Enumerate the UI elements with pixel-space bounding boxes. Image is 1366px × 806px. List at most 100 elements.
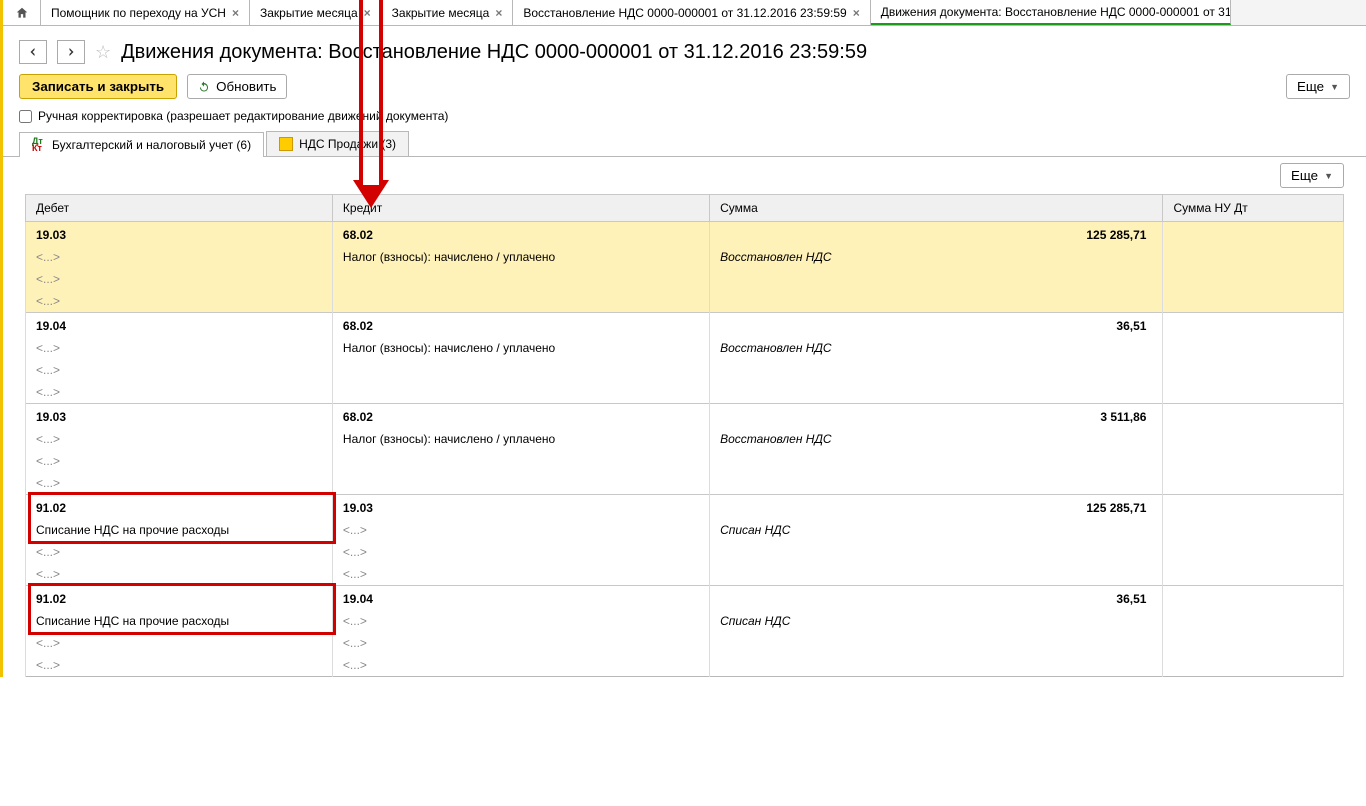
subtab-strip: ДтКт Бухгалтерский и налоговый учет (6) … bbox=[3, 131, 1366, 157]
more-label: Еще bbox=[1297, 79, 1324, 94]
table-header-row: Дебет Кредит Сумма Сумма НУ Дт bbox=[26, 195, 1344, 222]
debit-detail: Списание НДС на прочие расходы bbox=[36, 614, 229, 628]
page-title: Движения документа: Восстановление НДС 0… bbox=[121, 41, 867, 64]
posting-subconto-row[interactable]: <...><...> bbox=[26, 654, 1344, 677]
debit-placeholder: <...> bbox=[36, 432, 60, 446]
debit-placeholder: <...> bbox=[36, 454, 60, 468]
credit-account: 68.02 bbox=[332, 313, 709, 338]
debit-placeholder: <...> bbox=[36, 250, 60, 264]
close-icon[interactable]: × bbox=[232, 6, 239, 20]
credit-detail: Налог (взносы): начислено / уплачено bbox=[343, 341, 555, 355]
save-and-close-button[interactable]: Записать и закрыть bbox=[19, 74, 177, 99]
debit-account: 91.02 bbox=[26, 495, 333, 520]
chevron-down-icon: ▼ bbox=[1330, 82, 1339, 92]
debit-placeholder: <...> bbox=[36, 476, 60, 490]
arrow-right-icon bbox=[65, 46, 77, 58]
tab-label: Закрытие месяца bbox=[260, 6, 358, 20]
dt-kt-icon: ДтКт bbox=[32, 138, 46, 152]
close-icon[interactable]: × bbox=[364, 6, 371, 20]
debit-account: 91.02 bbox=[26, 586, 333, 611]
register-icon bbox=[279, 137, 293, 151]
sum-detail: Списан НДС bbox=[710, 610, 1163, 632]
toolbar: Записать и закрыть Обновить Еще ▼ bbox=[3, 74, 1366, 109]
posting-subconto-row[interactable]: <...> bbox=[26, 450, 1344, 472]
debit-placeholder: <...> bbox=[36, 636, 60, 650]
tab-month-close-1[interactable]: Закрытие месяца × bbox=[250, 0, 382, 25]
refresh-button[interactable]: Обновить bbox=[187, 74, 287, 99]
posting-subconto-row[interactable]: <...> bbox=[26, 359, 1344, 381]
credit-placeholder: <...> bbox=[343, 636, 367, 650]
tab-usn-assistant[interactable]: Помощник по переходу на УСН × bbox=[41, 0, 250, 25]
col-sum[interactable]: Сумма bbox=[710, 195, 1163, 222]
credit-placeholder: <...> bbox=[343, 545, 367, 559]
posting-subconto-row[interactable]: <...> bbox=[26, 290, 1344, 313]
sum-nu-dt bbox=[1163, 222, 1344, 247]
posting-detail-row[interactable]: <...> Налог (взносы): начислено / уплачен… bbox=[26, 246, 1344, 268]
table-toolbar: Еще ▼ bbox=[3, 157, 1366, 194]
posting-subconto-row[interactable]: <...> bbox=[26, 472, 1344, 495]
browser-tab-strip: Помощник по переходу на УСН × Закрытие м… bbox=[3, 0, 1366, 26]
credit-placeholder: <...> bbox=[343, 614, 367, 628]
credit-detail: Налог (взносы): начислено / уплачено bbox=[343, 250, 555, 264]
close-icon[interactable]: × bbox=[495, 6, 502, 20]
debit-placeholder: <...> bbox=[36, 341, 60, 355]
nav-back-button[interactable] bbox=[19, 40, 47, 64]
sum-nu-dt bbox=[1163, 586, 1344, 611]
postings-table: Дебет Кредит Сумма Сумма НУ Дт 19.0368.0… bbox=[25, 194, 1344, 677]
posting-subconto-row[interactable]: <...> <...> bbox=[26, 541, 1344, 563]
refresh-label: Обновить bbox=[216, 79, 276, 94]
posting-account-row[interactable]: 19.0468.0236,51 bbox=[26, 313, 1344, 338]
sum-value: 36,51 bbox=[710, 586, 1163, 611]
posting-subconto-row[interactable]: <...> <...> bbox=[26, 632, 1344, 654]
posting-subconto-row[interactable]: <...> bbox=[26, 268, 1344, 290]
debit-placeholder: <...> bbox=[36, 567, 60, 581]
nav-forward-button[interactable] bbox=[57, 40, 85, 64]
sum-value: 125 285,71 bbox=[710, 495, 1163, 520]
posting-detail-row[interactable]: Списание НДС на прочие расходы <...> Списа… bbox=[26, 610, 1344, 632]
posting-account-row[interactable]: 91.0219.0436,51 bbox=[26, 586, 1344, 611]
more-label: Еще bbox=[1291, 168, 1318, 183]
tab-vat-restore[interactable]: Восстановление НДС 0000-000001 от 31.12.… bbox=[513, 0, 870, 25]
subtab-accounting[interactable]: ДтКт Бухгалтерский и налоговый учет (6) bbox=[19, 132, 264, 157]
credit-placeholder: <...> bbox=[343, 567, 367, 581]
sum-value: 125 285,71 bbox=[710, 222, 1163, 247]
credit-placeholder: <...> bbox=[343, 658, 367, 672]
posting-detail-row[interactable]: <...>Налог (взносы): начислено / уплачен… bbox=[26, 428, 1344, 450]
title-bar: ☆ Движения документа: Восстановление НДС… bbox=[3, 26, 1366, 74]
refresh-icon bbox=[198, 81, 210, 93]
debit-account: 19.04 bbox=[26, 313, 333, 338]
sum-value: 36,51 bbox=[710, 313, 1163, 338]
col-debit[interactable]: Дебет bbox=[26, 195, 333, 222]
posting-account-row[interactable]: 19.0368.023 511,86 bbox=[26, 404, 1344, 429]
debit-detail: Списание НДС на прочие расходы bbox=[36, 523, 229, 537]
credit-account: 68.02 bbox=[332, 222, 709, 247]
home-tab[interactable] bbox=[3, 0, 41, 25]
close-icon[interactable]: × bbox=[853, 6, 860, 20]
sum-nu-dt bbox=[1163, 404, 1344, 429]
posting-account-row[interactable]: 91.0219.03125 285,71 bbox=[26, 495, 1344, 520]
credit-placeholder: <...> bbox=[343, 523, 367, 537]
table-more-button[interactable]: Еще ▼ bbox=[1280, 163, 1344, 188]
favorite-star-icon[interactable]: ☆ bbox=[95, 42, 111, 63]
tab-label: Восстановление НДС 0000-000001 от 31.12.… bbox=[523, 6, 846, 20]
debit-placeholder: <...> bbox=[36, 545, 60, 559]
subtab-label: НДС Продажи (3) bbox=[299, 137, 396, 151]
sum-detail: Списан НДС bbox=[710, 519, 1163, 541]
posting-detail-row[interactable]: <...> Налог (взносы): начислено / уплачен… bbox=[26, 337, 1344, 359]
tab-document-movements[interactable]: Движения документа: Восстановление НДС 0… bbox=[871, 0, 1231, 25]
posting-subconto-row[interactable]: <...> bbox=[26, 381, 1344, 404]
more-button[interactable]: Еще ▼ bbox=[1286, 74, 1350, 99]
posting-detail-row[interactable]: Списание НДС на прочие расходы <...> Списа… bbox=[26, 519, 1344, 541]
posting-subconto-row[interactable]: <...> <...> bbox=[26, 563, 1344, 586]
col-sum-nu-dt[interactable]: Сумма НУ Дт bbox=[1163, 195, 1344, 222]
debit-account: 19.03 bbox=[26, 404, 333, 429]
sum-value: 3 511,86 bbox=[710, 404, 1163, 429]
manual-correction-checkbox[interactable] bbox=[19, 110, 32, 123]
posting-account-row[interactable]: 19.0368.02125 285,71 bbox=[26, 222, 1344, 247]
debit-placeholder: <...> bbox=[36, 272, 60, 286]
tab-month-close-2[interactable]: Закрытие месяца × bbox=[382, 0, 514, 25]
subtab-label: Бухгалтерский и налоговый учет (6) bbox=[52, 138, 251, 152]
subtab-vat-sales[interactable]: НДС Продажи (3) bbox=[266, 131, 409, 156]
col-credit[interactable]: Кредит bbox=[332, 195, 709, 222]
tab-label: Закрытие месяца bbox=[392, 6, 490, 20]
